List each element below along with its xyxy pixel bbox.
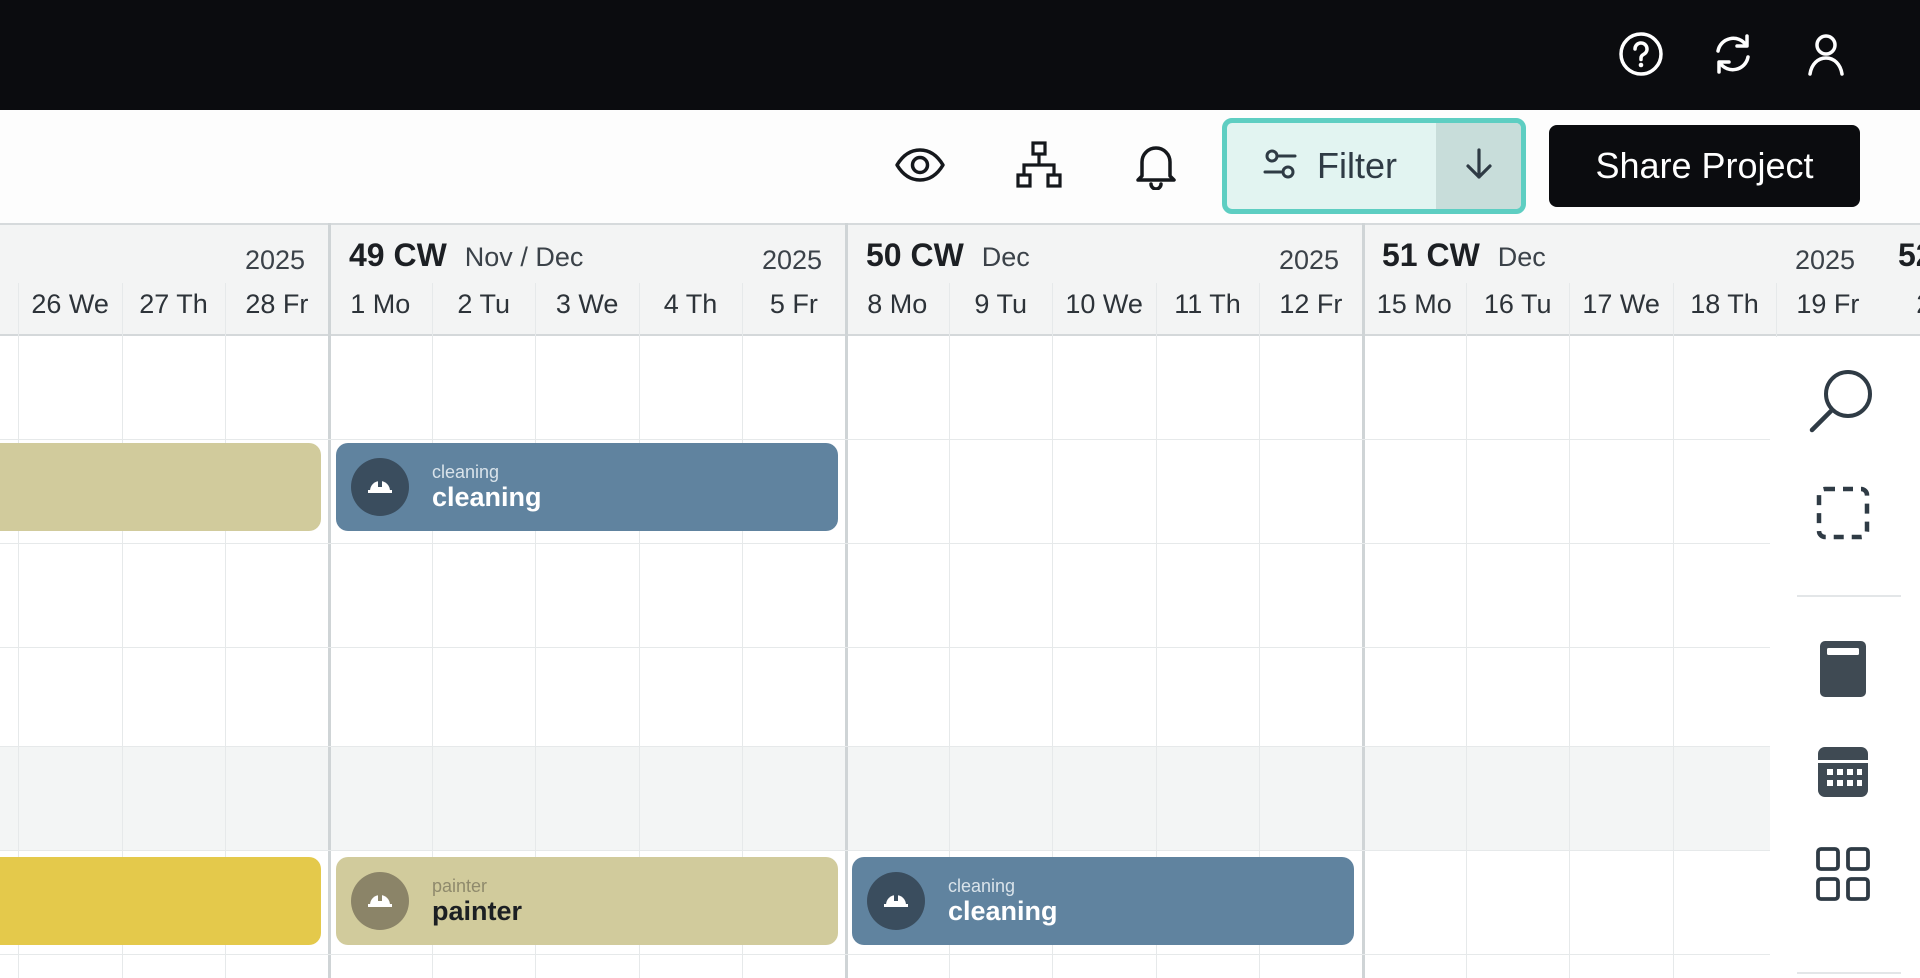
hard-hat-icon (367, 890, 393, 913)
day-label: 2 Tu (457, 289, 510, 319)
day-label: 5 Fr (769, 289, 818, 319)
day-label: 4 Th (663, 289, 718, 319)
hierarchy-icon[interactable] (1011, 137, 1067, 193)
day-label: 3 We (555, 289, 619, 319)
day-label: 9 Tu (974, 289, 1027, 319)
week-number: 52 (1898, 237, 1920, 273)
week-year: 2025 (1279, 245, 1340, 275)
week-header: 50 CW Dec (866, 237, 1030, 281)
eye-icon[interactable] (892, 137, 948, 193)
day-label: 15 Mo (1376, 289, 1452, 319)
task-subtitle: cleaning (432, 462, 500, 482)
day-divider (1466, 283, 1467, 978)
task-bar[interactable]: painter painter (336, 857, 838, 945)
arrow-down-icon (1464, 147, 1494, 186)
task-subtitle: painter (432, 876, 488, 896)
task-bar[interactable]: cleaning cleaning (852, 857, 1354, 945)
week-divider (327, 223, 331, 978)
day-label: 28 Fr (245, 289, 309, 319)
day-label: 12 Fr (1279, 289, 1343, 319)
week-year: 2025 (762, 245, 823, 275)
task-bar[interactable]: cleaning cleaning (336, 443, 838, 531)
task-bar-khaki[interactable] (0, 443, 321, 531)
top-bar (0, 0, 1920, 110)
week-months: Nov / Dec (464, 242, 584, 272)
day-label: 27 Th (139, 289, 208, 319)
week-header: 52 (1898, 237, 1920, 281)
week-year: 2025 (245, 245, 306, 275)
week-number: 51 CW (1382, 237, 1480, 273)
task-title: cleaning (948, 896, 1058, 926)
row-divider (0, 647, 1780, 648)
day-label: 17 We (1582, 289, 1660, 319)
filter-control: Filter (1222, 118, 1526, 214)
week-header (0, 237, 10, 281)
user-icon[interactable] (1800, 28, 1852, 80)
notebook-icon[interactable] (1803, 629, 1883, 709)
search-icon[interactable] (1803, 361, 1883, 441)
day-divider (1569, 283, 1571, 978)
task-title: cleaning (432, 482, 542, 512)
sidebar-divider (1797, 972, 1901, 974)
day-label: 10 We (1065, 289, 1143, 319)
row-divider (0, 543, 1780, 544)
week-divider (844, 223, 848, 978)
week-year: 2025 (1795, 245, 1856, 275)
row-divider (0, 954, 1780, 955)
week-header: 51 CW Dec (1382, 237, 1546, 281)
selection-icon[interactable] (1803, 473, 1883, 553)
right-sidebar (1770, 337, 1920, 978)
timeline-calendar: 2025 49 CW Nov / Dec 2025 50 CW Dec 2025 5… (0, 223, 1920, 978)
filter-button[interactable]: Filter (1227, 123, 1436, 209)
row-divider (0, 746, 1780, 747)
row-divider (0, 850, 1780, 851)
task-title: painter (432, 896, 523, 926)
share-project-button[interactable]: Share Project (1549, 125, 1860, 207)
day-label: 11 Th (1174, 289, 1241, 319)
day-label: 8 Mo (867, 289, 928, 319)
day-label: 1 Mo (350, 289, 411, 319)
hard-hat-icon (883, 890, 909, 913)
grid-icon[interactable] (1803, 834, 1883, 914)
task-bar-yellow[interactable] (0, 857, 321, 945)
day-label: 19 Fr (1796, 289, 1860, 319)
task-text: painter painter (432, 876, 522, 926)
filter-dropdown-button[interactable] (1436, 123, 1521, 209)
week-months: Dec (981, 242, 1030, 272)
worker-avatar (351, 458, 409, 516)
day-label: 26 We (31, 289, 109, 319)
task-subtitle: cleaning (948, 876, 1016, 896)
filter-label: Filter (1317, 145, 1397, 186)
day-label: 18 Th (1690, 289, 1759, 319)
calendar-icon[interactable] (1803, 732, 1883, 812)
day-label: 16 Tu (1483, 289, 1552, 319)
week-header: 49 CW Nov / Dec (349, 237, 583, 281)
worker-avatar (867, 872, 925, 930)
week-divider (1361, 223, 1365, 978)
help-circle-icon[interactable] (1615, 28, 1667, 80)
week-number: 49 CW (349, 237, 447, 273)
refresh-icon[interactable] (1707, 28, 1759, 80)
day-label: 22 (1880, 289, 1920, 325)
sliders-icon (1263, 148, 1297, 185)
row-divider (0, 439, 1780, 440)
task-text: cleaning cleaning (948, 876, 1058, 926)
worker-avatar (351, 872, 409, 930)
bell-icon[interactable] (1128, 137, 1184, 193)
task-text: cleaning cleaning (432, 462, 542, 512)
day-divider (1672, 283, 1674, 978)
row-band (0, 746, 1780, 850)
sidebar-divider (1797, 595, 1901, 597)
week-months: Dec (1497, 242, 1546, 272)
hard-hat-icon (367, 476, 393, 499)
week-number: 50 CW (866, 237, 964, 273)
day-label: u (0, 289, 18, 325)
